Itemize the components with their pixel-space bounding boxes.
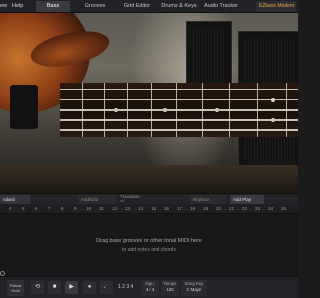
string (60, 89, 298, 90)
string (60, 109, 298, 111)
bar-number: 20 (216, 206, 222, 211)
bar-number: 9 (74, 206, 77, 211)
preset-selector[interactable]: EZbass Modern (256, 1, 296, 12)
stop-icon[interactable]: ■ (48, 281, 61, 294)
bar-number: 23 (255, 206, 261, 211)
count-in[interactable]: 1 2 3 4 (118, 284, 133, 290)
metronome-icon[interactable]: ♩ (100, 281, 113, 294)
bar-number: 19 (203, 206, 209, 211)
preset-name: EZbass Modern (259, 3, 295, 9)
signature-display[interactable]: Sign. 4 / 4 (141, 281, 159, 293)
bar-number: 10 (86, 206, 92, 211)
bar-number: 4 (9, 206, 12, 211)
bar-number: 22 (242, 206, 248, 211)
timeline-ruler[interactable]: 4 5 6 7 8 9 10 11 12 13 14 15 16 17 18 1… (0, 204, 298, 214)
tab-grooves[interactable]: Grooves (78, 1, 112, 12)
bar-number: 25 (281, 206, 287, 211)
bar-number: 13 (125, 206, 131, 211)
menu-view[interactable]: ew (0, 2, 7, 11)
play-icon[interactable]: ▶ (65, 281, 78, 294)
song-key-display[interactable]: Song Key C Major (181, 281, 207, 293)
follow-host-button[interactable]: Follow Host (7, 280, 24, 296)
add-play-style-button[interactable]: Add Play Style (230, 195, 264, 211)
bass-pickup (10, 85, 38, 129)
track-toolbar: ndard Groove Add/Edit Chords Transition … (0, 193, 298, 211)
replace-midi-button[interactable]: Replace MIDI... (190, 195, 226, 211)
bar-number: 8 (61, 206, 64, 211)
drop-hint: Drag bass grooves or other tonal MIDI he… (96, 238, 202, 244)
string (60, 119, 298, 121)
tempo-value: 120 (166, 287, 174, 292)
bass-fretboard[interactable] (60, 83, 298, 137)
transition-selector[interactable]: Transition off (120, 194, 140, 204)
bar-number: 24 (268, 206, 274, 211)
record-icon[interactable]: ● (83, 281, 96, 294)
menu-help[interactable]: Help (12, 2, 23, 11)
tab-drums-keys[interactable]: Drums & Keys (160, 1, 198, 12)
standard-groove-button[interactable]: ndard Groove (0, 195, 30, 211)
bar-number: 7 (48, 206, 51, 211)
bar-number: 17 (177, 206, 183, 211)
top-bar: ew Help Bass Grooves Grid Editor Drums &… (0, 0, 298, 13)
tab-bass[interactable]: Bass (36, 1, 70, 12)
midi-drop-area[interactable]: Drag bass grooves or other tonal MIDI he… (0, 214, 298, 276)
string (60, 129, 298, 131)
bar-number: 12 (112, 206, 118, 211)
amp-head (186, 21, 232, 91)
bar-number: 6 (35, 206, 38, 211)
transport-bar: Follow Host ⟲ ■ ▶ ● ♩ 1 2 3 4 Sign. 4 / … (0, 276, 298, 298)
song-key-value: C Major (186, 287, 202, 292)
tempo-display[interactable]: Tempo 120 (161, 281, 179, 293)
drop-sub-hint: to add notes and chords (122, 247, 176, 253)
bar-number: 14 (138, 206, 144, 211)
loop-icon[interactable]: ⟲ (31, 281, 44, 294)
bar-number: 15 (151, 206, 157, 211)
bar-number: 16 (164, 206, 170, 211)
tab-audio-tracker[interactable]: Audio Tracker (201, 1, 241, 12)
signature-value: 4 / 4 (145, 287, 155, 292)
bar-number: 18 (190, 206, 196, 211)
tab-grid-editor[interactable]: Grid Editor (117, 1, 157, 12)
bar-number: 21 (229, 206, 235, 211)
bar-number: 11 (99, 206, 104, 211)
floor (0, 165, 298, 193)
instrument-view (0, 13, 298, 193)
string (60, 99, 298, 100)
add-edit-chords-button[interactable]: Add/Edit Chords (78, 195, 116, 211)
bar-number: 5 (22, 206, 25, 211)
